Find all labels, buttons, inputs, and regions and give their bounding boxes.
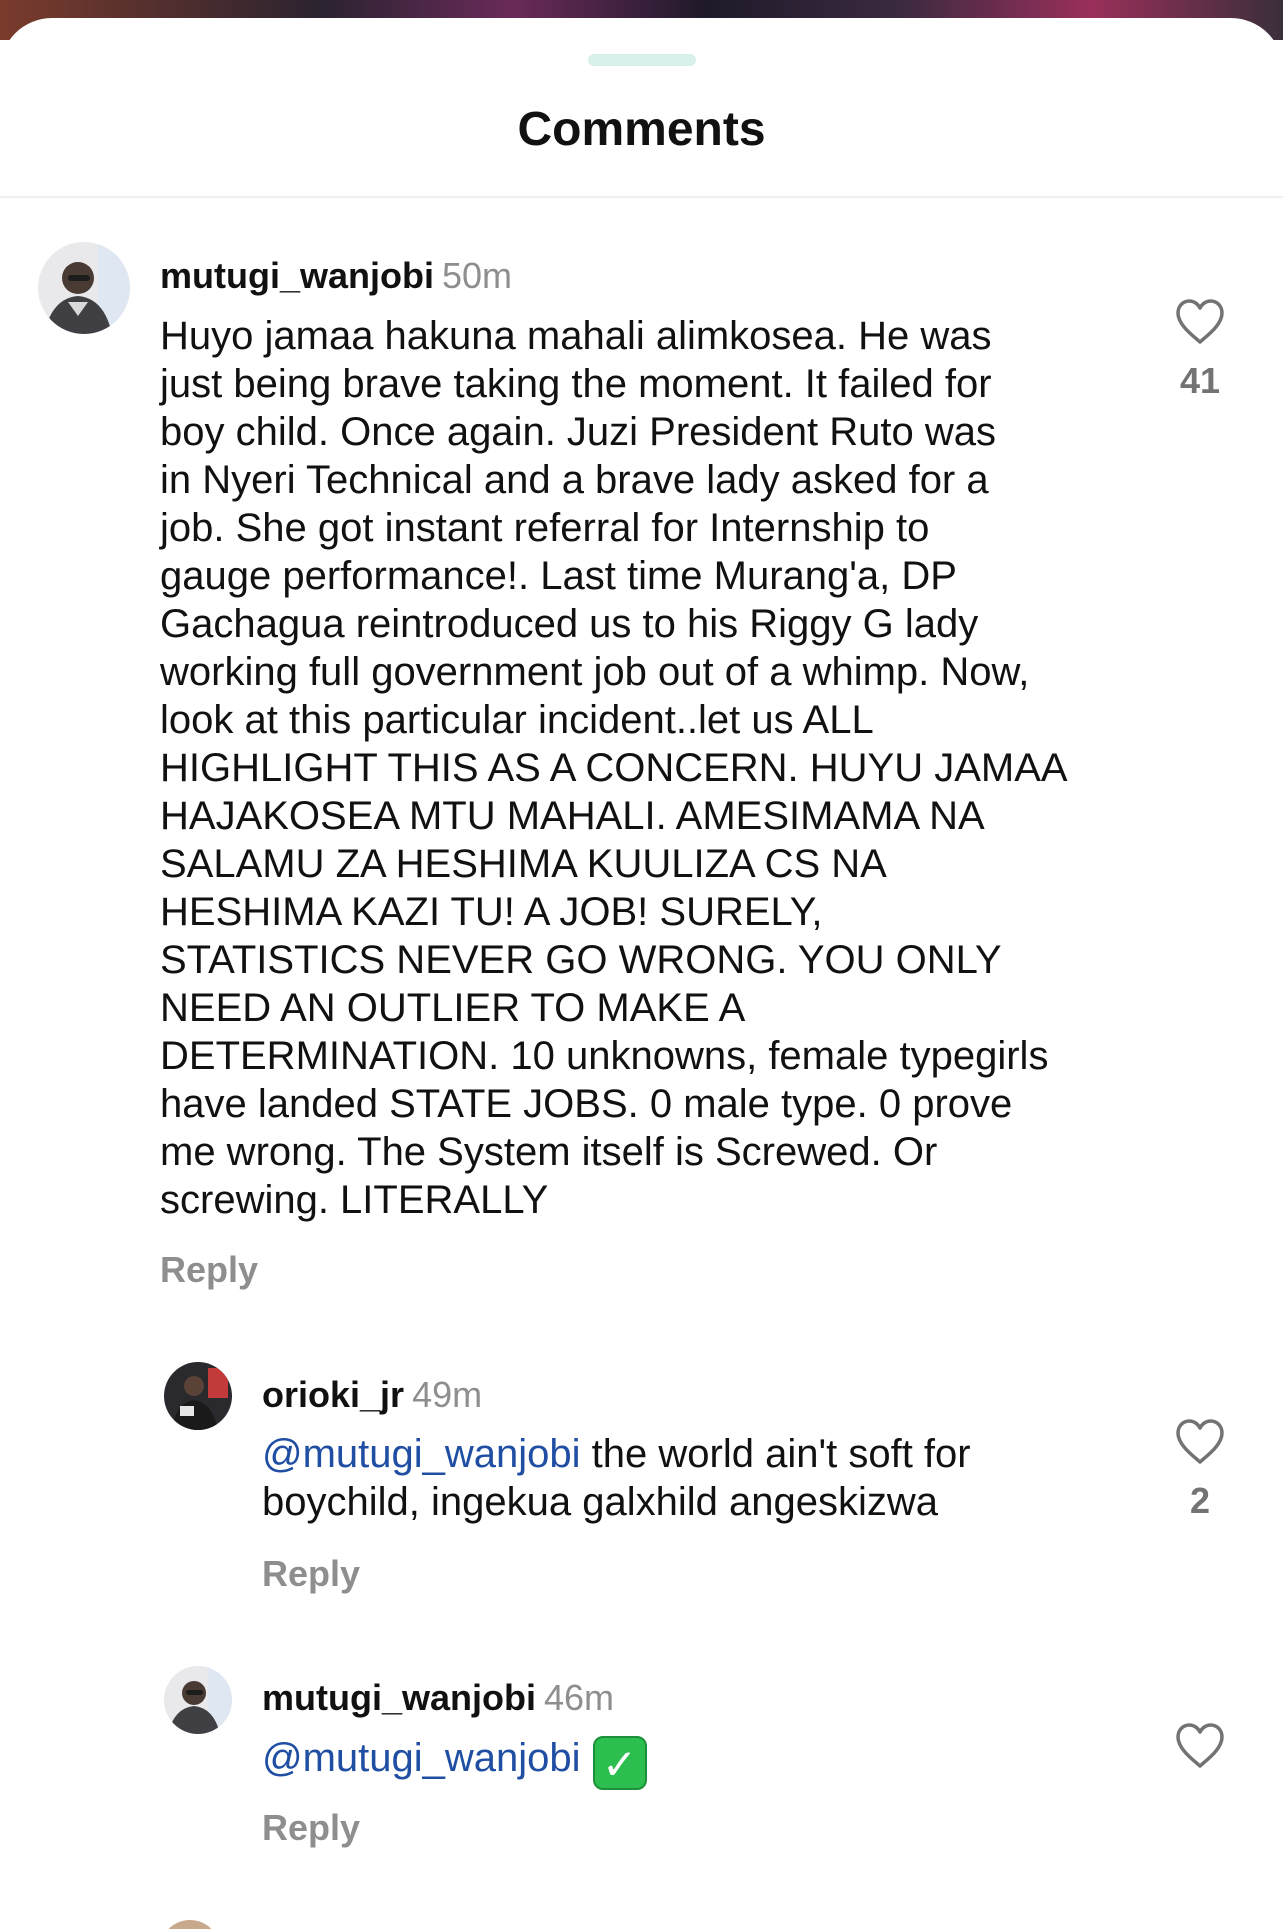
check-mark-button-emoji: ✓ — [592, 1736, 647, 1790]
username[interactable]: orioki_jr — [262, 1374, 404, 1415]
heart-outline-icon — [1176, 1419, 1224, 1464]
comment-meta: mutugi_wanjobi 50m — [160, 255, 512, 297]
next-comment-avatar-partial — [160, 1920, 220, 1929]
sheet-drag-handle[interactable] — [588, 54, 696, 66]
like-button[interactable] — [1172, 1722, 1228, 1770]
timestamp: 49m — [412, 1374, 483, 1415]
avatar[interactable] — [164, 1362, 232, 1430]
comments-sheet: Comments mutugi_wanjobi 50m Huyo jamaa ha… — [0, 18, 1283, 1929]
comment-text: @mutugi_wanjobi ✓ — [262, 1734, 1162, 1790]
heart-outline-icon — [1176, 299, 1224, 344]
username[interactable]: mutugi_wanjobi — [160, 255, 434, 296]
comment-text: @mutugi_wanjobi the world ain't soft for… — [262, 1430, 1162, 1526]
sheet-title: Comments — [517, 103, 766, 156]
timestamp: 50m — [442, 255, 513, 296]
like-button[interactable]: 41 — [1172, 298, 1228, 402]
comment-text: Huyo jamaa hakuna mahali alimkosea. He w… — [160, 314, 1068, 1222]
heart-outline-icon — [1176, 1723, 1224, 1768]
comment-meta: orioki_jr 49m — [262, 1374, 482, 1416]
reply-button[interactable]: Reply — [160, 1249, 258, 1291]
like-count: 41 — [1179, 360, 1221, 401]
mention-link[interactable]: @mutugi_wanjobi — [262, 1432, 581, 1476]
mention-link[interactable]: @mutugi_wanjobi — [262, 1736, 581, 1780]
username[interactable]: mutugi_wanjobi — [262, 1677, 536, 1718]
header-divider — [0, 196, 1283, 198]
avatar[interactable] — [164, 1666, 232, 1734]
timestamp: 46m — [544, 1677, 615, 1718]
like-count: 2 — [1189, 1480, 1211, 1521]
reply-button[interactable]: Reply — [262, 1807, 360, 1849]
avatar[interactable] — [38, 242, 130, 334]
reply-button[interactable]: Reply — [262, 1553, 360, 1595]
like-button[interactable]: 2 — [1172, 1418, 1228, 1522]
comment-meta: mutugi_wanjobi 46m — [262, 1677, 614, 1719]
